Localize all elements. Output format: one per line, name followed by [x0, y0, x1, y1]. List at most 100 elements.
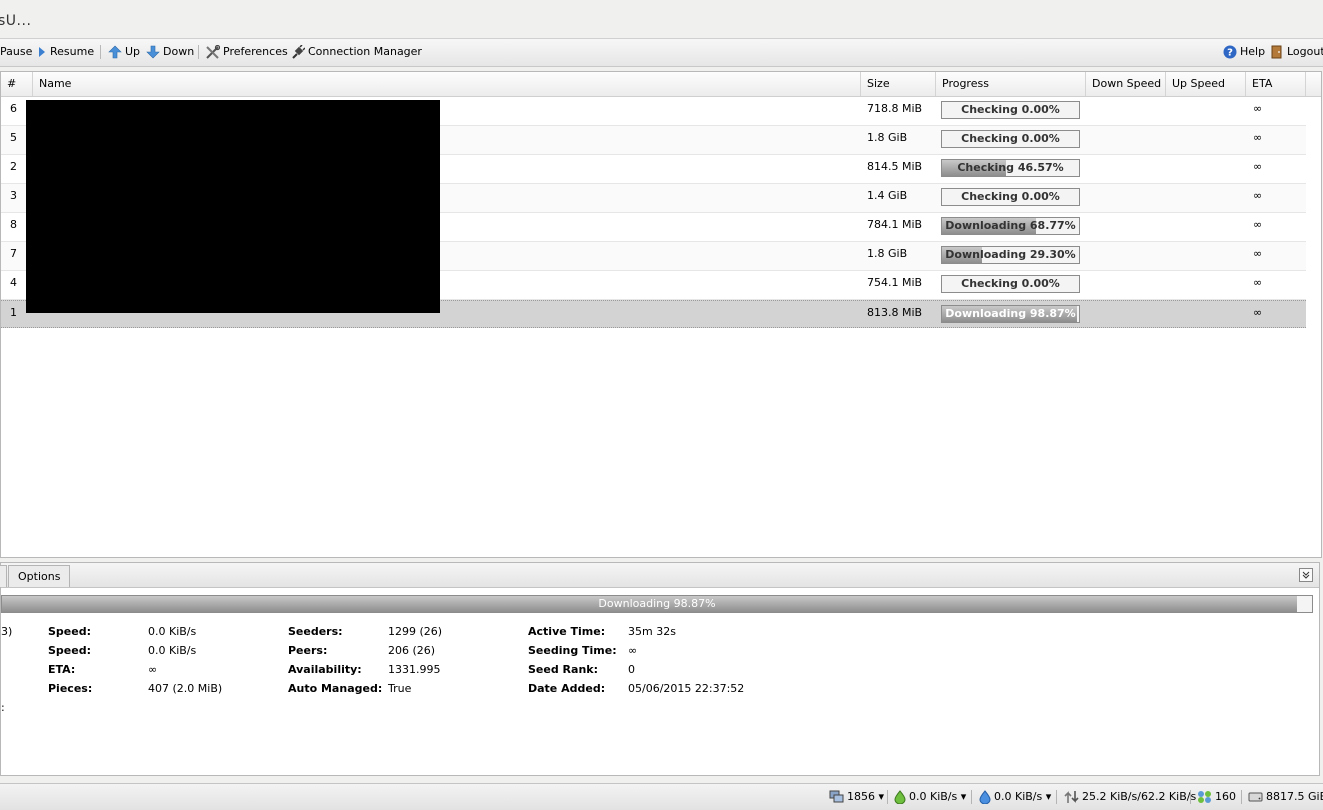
- row-eta: ∞: [1253, 102, 1263, 115]
- column-header-up-speed[interactable]: Up Speed: [1166, 72, 1246, 96]
- row-number: 4: [10, 276, 17, 289]
- date-added-label: Date Added:: [528, 682, 606, 695]
- row-progress-bar: Checking 0.00%: [941, 275, 1080, 293]
- svg-text:?: ?: [1227, 48, 1233, 59]
- protocol-traffic-status: 25.2 KiB/s/62.2 KiB/s: [1064, 790, 1196, 804]
- row-eta: ∞: [1253, 218, 1263, 231]
- column-header-name[interactable]: Name: [33, 72, 861, 96]
- seeding-time-label: Seeding Time:: [528, 644, 617, 657]
- date-added-value: 05/06/2015 22:37:52: [628, 682, 745, 695]
- resume-label: Resume: [50, 45, 95, 58]
- pieces-value: 407 (2.0 MiB): [148, 682, 223, 695]
- active-time-label: Active Time:: [528, 625, 606, 638]
- tab-options[interactable]: Options: [8, 565, 71, 587]
- row-eta: ∞: [1253, 160, 1263, 173]
- peers-value: 206 (26): [388, 644, 436, 657]
- speed-up-value: 0.0 KiB/s: [148, 644, 197, 657]
- connections-value: 1856: [847, 790, 875, 803]
- row-size: 1.8 GiB: [867, 131, 908, 144]
- column-header-down-speed[interactable]: Down Speed: [1086, 72, 1166, 96]
- row-progress-text: Checking 0.00%: [961, 103, 1060, 116]
- row-progress-text: Checking 46.57%: [957, 161, 1064, 174]
- peers-label: Peers:: [288, 644, 328, 657]
- tools-icon: [206, 44, 221, 59]
- traffic-arrows-icon: [1064, 791, 1079, 803]
- auto-managed-label: Auto Managed:: [288, 682, 383, 695]
- row-progress-bar: Checking 0.00%: [941, 101, 1080, 119]
- row-number: 7: [10, 247, 17, 260]
- row-progress-text: Checking 0.00%: [961, 132, 1060, 145]
- title-bar: sU...: [0, 0, 1323, 38]
- details-progress-text: Downloading 98.87%: [598, 597, 716, 610]
- eta-value: ∞: [148, 663, 158, 676]
- details-progress-bar: Downloading 98.87%: [1, 595, 1313, 613]
- row-eta: ∞: [1253, 247, 1263, 260]
- arrow-up-icon: [108, 45, 122, 59]
- chevron-down-icon: [1302, 571, 1310, 579]
- row-size: 754.1 MiB: [867, 276, 923, 289]
- row-progress-text: Checking 0.00%: [961, 277, 1060, 290]
- row-number: 6: [10, 102, 17, 115]
- pause-button[interactable]: Pause: [0, 44, 32, 60]
- auto-managed-value: True: [388, 682, 412, 695]
- row-size: 784.1 MiB: [867, 218, 923, 231]
- column-header-eta[interactable]: ETA: [1246, 72, 1306, 96]
- column-header-size[interactable]: Size: [861, 72, 936, 96]
- dht-nodes-icon: [1198, 791, 1211, 803]
- seeding-time-value: ∞: [628, 644, 638, 657]
- pause-label: Pause: [0, 45, 33, 58]
- availability-value: 1331.995: [388, 663, 441, 676]
- move-up-button[interactable]: Up: [108, 44, 140, 60]
- network-icon: [829, 790, 844, 803]
- dht-nodes-status: 160: [1197, 790, 1236, 804]
- logout-button[interactable]: Logout: [1270, 44, 1323, 60]
- pieces-label: Pieces:: [48, 682, 93, 695]
- seeders-label: Seeders:: [288, 625, 343, 638]
- row-size: 813.8 MiB: [867, 306, 923, 319]
- download-drop-icon: [894, 790, 906, 805]
- redacted-torrent-names: [26, 100, 440, 313]
- row-number: 3: [10, 189, 17, 202]
- eta-label: ETA:: [48, 663, 76, 676]
- column-header-number[interactable]: #: [1, 72, 33, 96]
- row-number: 5: [10, 131, 17, 144]
- help-button[interactable]: ? Help: [1223, 44, 1265, 60]
- row-progress-bar: Checking 0.00%: [941, 130, 1080, 148]
- speed-down-label: Speed:: [48, 625, 91, 638]
- protocol-traffic-value: 25.2 KiB/s/62.2 KiB/s: [1082, 790, 1197, 803]
- row-eta: ∞: [1253, 306, 1263, 319]
- resume-button[interactable]: Resume: [37, 44, 94, 60]
- logout-label: Logout: [1287, 45, 1323, 58]
- tab-hidden-left[interactable]: [0, 565, 7, 587]
- preferences-label: Preferences: [223, 45, 288, 58]
- download-speed-status[interactable]: 0.0 KiB/s ▾: [894, 790, 966, 805]
- collapse-panel-button[interactable]: [1299, 568, 1313, 582]
- row-size: 814.5 MiB: [867, 160, 923, 173]
- row-size: 1.8 GiB: [867, 247, 908, 260]
- move-down-button[interactable]: Down: [146, 44, 194, 60]
- row-progress-text: Downloading 29.30%: [945, 248, 1076, 261]
- connections-status[interactable]: 1856 ▾: [829, 790, 884, 804]
- connection-manager-button[interactable]: Connection Manager: [290, 43, 422, 60]
- up-label: Up: [125, 45, 141, 58]
- row-size: 718.8 MiB: [867, 102, 923, 115]
- row-eta: ∞: [1253, 189, 1263, 202]
- row-eta: ∞: [1253, 131, 1263, 144]
- column-header-progress[interactable]: Progress: [936, 72, 1086, 96]
- free-space-value: 8817.5 GiB: [1266, 790, 1323, 803]
- details-left-fragment: 3): [1, 625, 13, 638]
- help-label: Help: [1240, 45, 1266, 58]
- row-number: 8: [10, 218, 17, 231]
- arrow-down-icon: [146, 45, 160, 59]
- speed-up-label: Speed:: [48, 644, 91, 657]
- row-number: 1: [10, 306, 17, 319]
- row-eta: ∞: [1253, 276, 1263, 289]
- upload-speed-value: 0.0 KiB/s: [994, 790, 1043, 803]
- logout-door-icon: [1271, 45, 1282, 59]
- speed-down-value: 0.0 KiB/s: [148, 625, 197, 638]
- toolbar: Pause Resume Up Down Preferences Connect…: [0, 38, 1323, 67]
- connection-manager-label: Connection Manager: [308, 45, 422, 58]
- preferences-button[interactable]: Preferences: [205, 44, 288, 60]
- row-size: 1.4 GiB: [867, 189, 908, 202]
- upload-speed-status[interactable]: 0.0 KiB/s ▾: [979, 790, 1051, 805]
